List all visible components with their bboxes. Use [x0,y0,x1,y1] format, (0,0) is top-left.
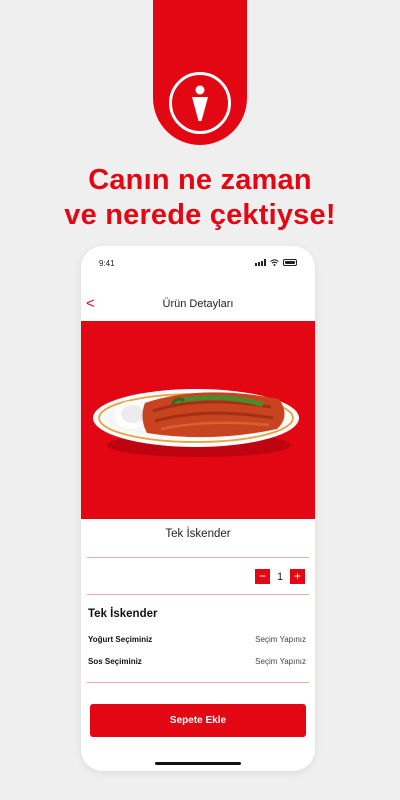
option-label: Yoğurt Seçiminiz [88,635,153,644]
signal-icon [255,259,266,266]
brand-logo-icon [169,72,231,134]
battery-icon [283,259,297,266]
yogurt-option-row[interactable]: Yoğurt Seçiminiz Seçim Yapınız [88,635,306,644]
phone-mockup: 9:41 < Ürün Detayları Tek İskender − 1 +… [81,246,315,771]
option-value: Seçim Yapınız [255,657,306,666]
home-indicator [155,762,241,765]
status-time: 9:41 [99,259,115,268]
increase-button[interactable]: + [290,569,305,584]
option-value: Seçim Yapınız [255,635,306,644]
add-to-cart-button[interactable]: Sepete Ekle [90,704,306,737]
status-bar: 9:41 [81,259,315,271]
divider [87,594,309,595]
option-label: Sos Seçiminiz [88,657,142,666]
divider [87,557,309,558]
divider [87,682,309,683]
page-title: Ürün Detayları [162,298,234,310]
options-section-title: Tek İskender [88,608,158,620]
quantity-stepper: − 1 + [255,569,305,584]
product-image [81,321,315,519]
nav-bar: < Ürün Detayları [81,294,315,314]
wifi-icon [270,259,279,266]
headline-line-1: Canın ne zaman [88,164,312,196]
headline-line-2: ve nerede çektiyse! [64,199,336,231]
quantity-value: 1 [276,570,284,583]
product-name: Tek İskender [165,528,231,540]
decrease-button[interactable]: − [255,569,270,584]
sauce-option-row[interactable]: Sos Seçiminiz Seçim Yapınız [88,657,306,666]
